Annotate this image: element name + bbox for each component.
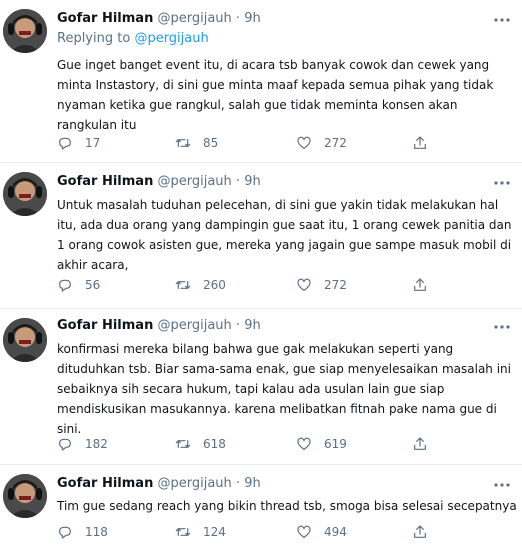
tweet-text: konfirmasi mereka bilang bahwa gue gak m… — [57, 342, 511, 436]
reply-icon — [59, 137, 71, 150]
retweet-count: 85 — [203, 136, 219, 150]
retweet-button[interactable]: 618 — [175, 435, 226, 453]
replying-mention[interactable]: @pergijauh — [134, 31, 208, 46]
author-name[interactable]: Gofar Hilman — [57, 11, 153, 26]
tweet-actions: 118 124 494 — [57, 523, 517, 541]
tweet-header: Gofar Hilman @pergijauh · 9h — [57, 174, 261, 189]
tweet-actions: 56 260 272 — [57, 276, 517, 294]
share-button[interactable] — [412, 435, 428, 453]
retweet-icon — [175, 139, 191, 147]
retweet-button[interactable]: 85 — [175, 134, 218, 152]
author-name[interactable]: Gofar Hilman — [57, 318, 153, 333]
retweet-icon — [175, 281, 191, 289]
tweet-header: Gofar Hilman @pergijauh · 9h — [57, 318, 261, 333]
avatar[interactable] — [3, 172, 47, 216]
tweet-3[interactable]: Gofar Hilman @pergijauh · 9h konfirmasi … — [0, 309, 522, 465]
share-button[interactable] — [412, 523, 428, 541]
author-handle[interactable]: @pergijauh — [157, 174, 231, 189]
like-icon — [297, 525, 311, 538]
like-button[interactable]: 272 — [296, 134, 347, 152]
tweet-header: Gofar Hilman @pergijauh · 9h — [57, 11, 261, 26]
separator: · — [235, 318, 241, 333]
timestamp[interactable]: 9h — [244, 318, 261, 333]
reply-count: 182 — [85, 437, 108, 451]
separator: · — [235, 174, 241, 189]
tweet-actions: 182 618 619 — [57, 435, 517, 453]
tweet-text: Gue inget banget event itu, di acara tsb… — [57, 58, 494, 132]
share-button[interactable] — [412, 134, 428, 152]
separator: · — [235, 476, 241, 491]
author-handle[interactable]: @pergijauh — [157, 11, 231, 26]
tweet-actions: 17 85 272 — [57, 134, 517, 152]
more-icon[interactable] — [492, 175, 512, 189]
share-icon — [414, 437, 426, 450]
author-handle[interactable]: @pergijauh — [157, 318, 231, 333]
author-name[interactable]: Gofar Hilman — [57, 476, 153, 491]
tweet-text: Untuk masalah tuduhan pelecehan, di sini… — [57, 198, 512, 272]
more-icon[interactable] — [492, 319, 512, 333]
like-button[interactable]: 494 — [296, 523, 347, 541]
like-count: 494 — [324, 525, 347, 539]
like-icon — [297, 437, 311, 450]
avatar[interactable] — [3, 9, 47, 53]
avatar[interactable] — [3, 318, 47, 362]
reply-button[interactable]: 118 — [57, 523, 108, 541]
retweet-count: 124 — [203, 525, 226, 539]
tweet-1[interactable]: Gofar Hilman @pergijauh · 9h Replying to… — [0, 0, 522, 163]
like-button[interactable]: 619 — [296, 435, 347, 453]
reply-icon — [59, 279, 71, 292]
author-handle[interactable]: @pergijauh — [157, 476, 231, 491]
reply-icon — [59, 526, 71, 539]
reply-count: 17 — [85, 136, 101, 150]
like-icon — [297, 136, 311, 149]
timestamp[interactable]: 9h — [244, 476, 261, 491]
share-icon — [414, 136, 426, 149]
retweet-icon — [175, 440, 191, 448]
author-name[interactable]: Gofar Hilman — [57, 174, 153, 189]
retweet-count: 260 — [203, 278, 226, 292]
tweet-text: Tim gue sedang reach yang bikin thread t… — [57, 499, 517, 513]
reply-icon — [59, 438, 71, 451]
more-icon[interactable] — [492, 12, 512, 26]
retweet-button[interactable]: 124 — [175, 523, 226, 541]
like-icon — [297, 278, 311, 291]
reply-button[interactable]: 17 — [57, 134, 100, 152]
tweet-header: Gofar Hilman @pergijauh · 9h — [57, 476, 261, 491]
retweet-count: 618 — [203, 437, 226, 451]
retweet-button[interactable]: 260 — [175, 276, 226, 294]
share-icon — [414, 525, 426, 538]
like-button[interactable]: 272 — [296, 276, 347, 294]
retweet-icon — [175, 528, 191, 536]
like-count: 272 — [324, 278, 347, 292]
share-button[interactable] — [412, 276, 428, 294]
timestamp[interactable]: 9h — [244, 11, 261, 26]
more-icon[interactable] — [492, 477, 512, 491]
like-count: 619 — [324, 437, 347, 451]
replying-to: Replying to @pergijauh — [57, 31, 209, 46]
separator: · — [235, 11, 241, 26]
avatar[interactable] — [3, 474, 47, 518]
timestamp[interactable]: 9h — [244, 174, 261, 189]
reply-button[interactable]: 56 — [57, 276, 100, 294]
replying-prefix: Replying to — [57, 31, 131, 46]
tweet-thread: Gofar Hilman @pergijauh · 9h Replying to… — [0, 0, 522, 549]
reply-button[interactable]: 182 — [57, 435, 108, 453]
reply-count: 118 — [85, 525, 108, 539]
share-icon — [414, 278, 426, 291]
like-count: 272 — [324, 136, 347, 150]
reply-count: 56 — [85, 278, 101, 292]
tweet-2[interactable]: Gofar Hilman @pergijauh · 9h Untuk masal… — [0, 163, 522, 309]
tweet-4[interactable]: Gofar Hilman @pergijauh · 9h Tim gue sed… — [0, 465, 522, 549]
